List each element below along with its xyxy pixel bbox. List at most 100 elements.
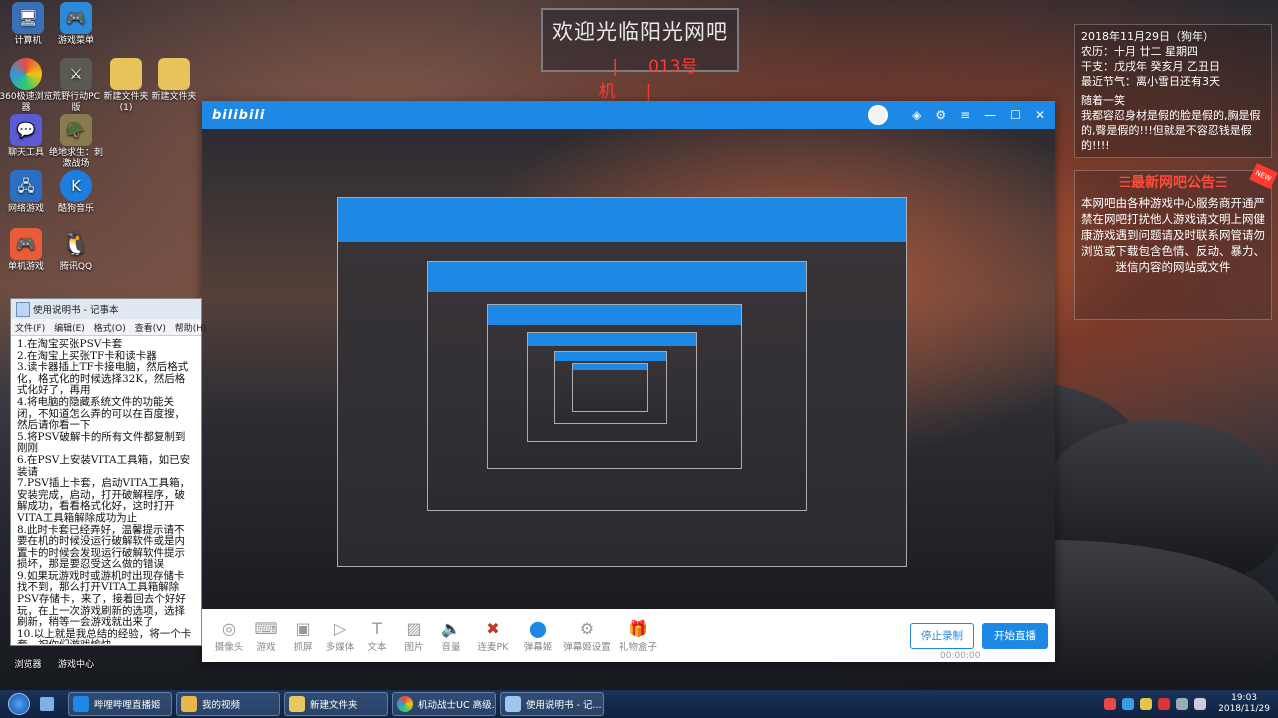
game-icon: 🪖 <box>60 114 92 146</box>
browser-icon <box>10 58 42 90</box>
desktop-label-game-center[interactable]: 游戏中心 <box>48 660 104 671</box>
solar-term-line: 最近节气：离小雪日还有3天 <box>1081 75 1220 88</box>
notice-panel: NEW ☰最新网吧公告☰ 本网吧由各种游戏中心服务商开通严禁在网吧打扰他人游戏请… <box>1074 163 1278 320</box>
start-live-button[interactable]: 开始直播 <box>982 623 1048 649</box>
tool-danmaku-settings[interactable]: ⚙ 弹幕姬设置 <box>561 619 613 653</box>
menu-help[interactable]: 帮助(H) <box>175 324 207 334</box>
close-icon[interactable]: ✕ <box>1035 108 1045 122</box>
gamepad-icon: ⌨ <box>254 618 278 638</box>
desktop-icon-folder[interactable]: 新建文件夹 <box>146 58 202 103</box>
tool-pk[interactable]: ✖ 连麦PK <box>471 619 515 653</box>
tool-game[interactable]: ⌨ 游戏 <box>249 619 283 653</box>
taskbar-item-bilibili[interactable]: 哔哩哔哩直播姬 <box>68 692 172 716</box>
joke-text: 我都容忍身材是假的脸是假的,胸是假的,臀是假的!!!但就是不容忍钱是假的!!!! <box>1081 109 1261 152</box>
desktop-icon-music[interactable]: K 酷狗音乐 <box>48 170 104 215</box>
computer-icon: 🖥 <box>12 2 44 34</box>
danmaku-settings-icon: ⚙ <box>579 618 595 638</box>
tool-danmaku-toggle[interactable]: ⬤ 弹幕姬 <box>518 619 558 653</box>
desktop-icon-chat[interactable]: 💬 聊天工具 <box>0 114 54 159</box>
welcome-banner: 欢迎光临阳光网吧 013号机 <box>541 8 739 102</box>
desktop-icon-pubg[interactable]: 🪖 绝地求生：刺激战场 <box>48 114 104 170</box>
desktop-icon-game-menu[interactable]: 🎮 游戏菜单 <box>48 2 104 47</box>
tray-icon[interactable] <box>1158 698 1171 710</box>
volume-icon[interactable] <box>1194 698 1207 710</box>
taskbar-item-new-folder[interactable]: 新建文件夹 <box>284 692 388 716</box>
taskbar-item-browser[interactable]: 机动战士UC 高级... <box>392 692 496 716</box>
screen-capture-icon: ▣ <box>295 618 311 638</box>
taskbar-item-videos[interactable]: 我的视频 <box>176 692 280 716</box>
banner-machine-number: 013号机 <box>543 52 737 102</box>
bilibili-icon <box>73 696 89 712</box>
tool-gift-box[interactable]: 🎁 礼物盒子 <box>616 619 660 653</box>
text-icon: T <box>372 618 382 638</box>
recording-timer: 00:00:00 <box>940 651 981 661</box>
single-game-icon: 🎮 <box>10 228 42 260</box>
taskbar-item-notepad[interactable]: 使用说明书 - 记... <box>500 692 604 716</box>
lunar-line: 农历：十月 廿二 星期四 <box>1081 45 1198 58</box>
notice-text: 本网吧由各种游戏中心服务商开通严禁在网吧打扰他人游戏请文明上网健康游戏遇到问题请… <box>1081 196 1265 274</box>
minimize-icon[interactable]: — <box>984 108 996 122</box>
desktop-icon-single-game[interactable]: 🎮 单机游戏 <box>0 228 54 273</box>
user-avatar[interactable] <box>868 105 889 125</box>
tray-icon[interactable] <box>1104 698 1117 710</box>
folder-icon <box>158 58 190 90</box>
settings-icon[interactable]: ⚙ <box>935 108 946 122</box>
notepad-title[interactable]: 使用说明书 - 记事本 <box>11 299 201 319</box>
taskbar: 哔哩哔哩直播姬 我的视频 新建文件夹 机动战士UC 高级... 使用说明书 - … <box>0 690 1278 718</box>
date-line: 2018年11月29日（狗年） <box>1081 30 1214 43</box>
bilibili-logo: bilibili <box>212 107 266 123</box>
tray-icon[interactable] <box>1122 698 1135 710</box>
desktop-icon-network-game[interactable]: 🖧 网络游戏 <box>0 170 54 215</box>
tool-screen-capture[interactable]: ▣ 抓屏 <box>286 619 320 653</box>
calendar-info-panel: 2018年11月29日（狗年） 农历：十月 廿二 星期四 干支：戊戌年 癸亥月 … <box>1074 24 1272 158</box>
desktop-icon-game[interactable]: ⚔ 荒野行动PC版 <box>48 58 104 114</box>
stop-recording-button[interactable]: 停止录制 <box>910 623 974 649</box>
menu-file[interactable]: 文件(F) <box>15 324 45 334</box>
music-icon: K <box>60 170 92 202</box>
tool-camera[interactable]: ◎ 摄像头 <box>212 619 246 653</box>
multimedia-icon: ▷ <box>333 618 347 638</box>
desktop-icon-qq[interactable]: 🐧 腾讯QQ <box>48 228 104 273</box>
system-clock[interactable]: 19:03 2018/11/29 <box>1218 693 1270 715</box>
danmaku-toggle-icon: ⬤ <box>529 618 547 638</box>
start-button[interactable] <box>8 693 30 715</box>
notepad-icon <box>505 696 521 712</box>
tool-multimedia[interactable]: ▷ 多媒体 <box>323 619 357 653</box>
notepad-menu: 文件(F) 编辑(E) 格式(O) 查看(V) 帮助(H) <box>11 319 207 336</box>
folder-icon <box>181 696 197 712</box>
folder-icon <box>289 696 305 712</box>
gift-box-icon: 🎁 <box>628 618 648 638</box>
maximize-icon[interactable]: ☐ <box>1010 108 1021 122</box>
game-icon: ⚔ <box>60 58 92 90</box>
notice-title: ☰最新网吧公告☰ <box>1118 175 1228 191</box>
pk-icon: ✖ <box>486 618 500 638</box>
banner-title: 欢迎光临阳光网吧 <box>552 20 728 44</box>
tool-text[interactable]: T 文本 <box>360 619 394 653</box>
window-titlebar[interactable]: bilibili ◈ ⚙ ≡ — ☐ ✕ <box>202 101 1055 129</box>
menu-format[interactable]: 格式(O) <box>94 324 126 334</box>
desktop-icon-browser[interactable]: 360极速浏览器 <box>0 58 54 114</box>
recursive-preview-frame <box>572 363 648 412</box>
camera-icon: ◎ <box>222 618 236 638</box>
notepad-text-area[interactable]: 1.在淘宝买张PSV卡套 2.在淘宝上买张TF卡和读卡器 3.读卡器插上TF卡接… <box>11 336 201 644</box>
tool-volume[interactable]: 🔈 音量 <box>434 619 468 653</box>
skin-icon[interactable]: ◈ <box>912 108 921 122</box>
stream-toolbar: ◎ 摄像头 ⌨ 游戏 ▣ 抓屏 ▷ 多媒体 T 文本 ▨ 图片 🔈 音量 ✖ 连麦PK ⬤ 弹幕姬… <box>202 609 1055 662</box>
network-game-icon: 🖧 <box>10 170 42 202</box>
menu-icon[interactable]: ≡ <box>960 108 970 122</box>
notepad-window[interactable]: 使用说明书 - 记事本 文件(F) 编辑(E) 格式(O) 查看(V) 帮助(H… <box>10 298 207 646</box>
image-icon: ▨ <box>406 618 422 638</box>
menu-view[interactable]: 查看(V) <box>135 324 166 334</box>
volume-icon: 🔈 <box>441 618 461 638</box>
network-icon[interactable] <box>1176 698 1189 710</box>
browser-icon <box>397 696 413 712</box>
chat-icon: 💬 <box>10 114 42 146</box>
menu-edit[interactable]: 编辑(E) <box>54 324 85 334</box>
game-menu-icon: 🎮 <box>60 2 92 34</box>
stream-preview <box>202 129 1055 609</box>
tool-image[interactable]: ▨ 图片 <box>397 619 431 653</box>
tray-icon[interactable] <box>1140 698 1153 710</box>
show-desktop-icon[interactable] <box>40 697 54 711</box>
live-streaming-window[interactable]: bilibili ◈ ⚙ ≡ — ☐ ✕ ◎ 摄像头 ⌨ 游戏 ▣ 抓屏 ▷ 多媒体 T… <box>202 101 1055 662</box>
joke-title: 随着一笑 <box>1081 94 1125 107</box>
